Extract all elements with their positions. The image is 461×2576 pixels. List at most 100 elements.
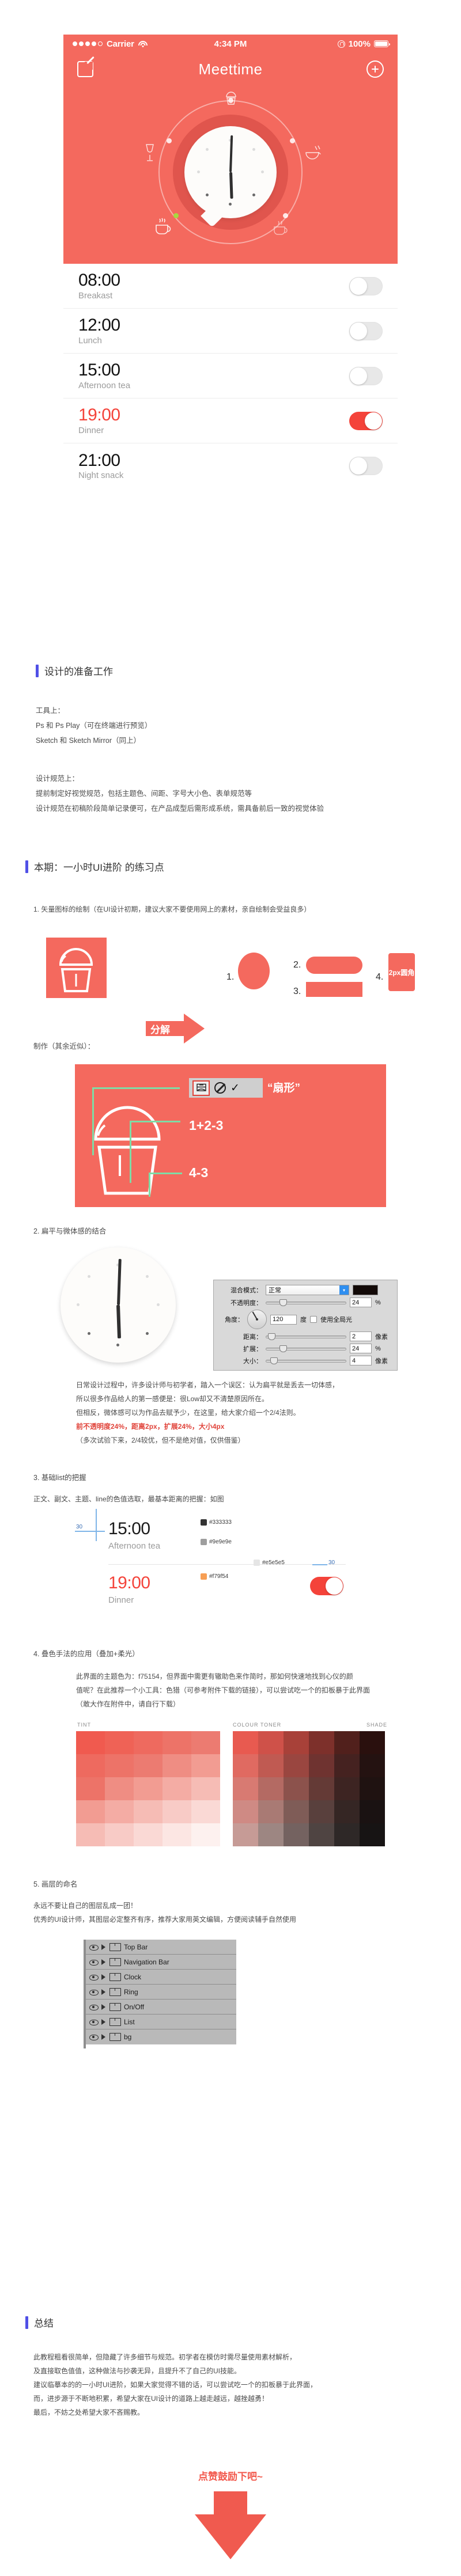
- distance-slider[interactable]: [266, 1333, 346, 1341]
- chevron-right-icon[interactable]: [101, 1974, 105, 1980]
- eye-icon[interactable]: [89, 2003, 99, 2011]
- chevron-right-icon[interactable]: [101, 1989, 105, 1995]
- plus-icon[interactable]: [366, 60, 384, 78]
- layer-row-1[interactable]: Navigation Bar: [84, 1955, 236, 1970]
- layer-row-3[interactable]: Ring: [84, 1985, 236, 2000]
- sample-toggle[interactable]: [310, 1577, 343, 1595]
- summary-p3: 建议临摹本的的一小时UI进阶，如果大家觉得不错的话，可以尝试吃一个的扣板暴于此界…: [33, 2381, 318, 2389]
- layer-name: Navigation Bar: [124, 1957, 169, 1966]
- alarm-row-4[interactable]: 21:00 Night snack: [63, 443, 398, 488]
- item5-p2: 优秀的UI设计师，其图层必定整齐有序，推荐大家用英文编辑，方便阅读辅手自然使用: [33, 1915, 297, 1924]
- distance-value[interactable]: 2: [350, 1331, 372, 1341]
- chevron-right-icon[interactable]: [101, 1959, 105, 1965]
- item4-p1: 此界面的主题色为：f75154，但界面中需更有辙助色来作简时，那如何快速地找到心…: [76, 1672, 353, 1680]
- alarm-toggle-0[interactable]: [349, 276, 383, 295]
- size-unit: 像素: [375, 1357, 388, 1365]
- alarm-row-0[interactable]: 08:00 Breakast: [63, 264, 398, 309]
- shadow-color-swatch[interactable]: [353, 1285, 378, 1295]
- layer-name: Ring: [124, 1987, 138, 1996]
- layer-row-4[interactable]: On/Off: [84, 2000, 236, 2014]
- eye-icon[interactable]: [89, 1943, 99, 1951]
- alarm-time: 21:00: [78, 450, 120, 470]
- alarm-text-3: 19:00 Dinner: [78, 406, 120, 435]
- ring-knob[interactable]: [290, 138, 295, 143]
- angle-value[interactable]: 120: [270, 1314, 297, 1325]
- battery-percent-label: 100%: [348, 39, 371, 49]
- chevron-right-icon[interactable]: [101, 1944, 105, 1950]
- alarm-row-2[interactable]: 15:00 Afternoon tea: [63, 354, 398, 399]
- shape-num-4: 4.: [376, 972, 384, 982]
- confirm-check-icon[interactable]: ✓: [231, 1082, 240, 1095]
- global-light-checkbox[interactable]: [310, 1316, 317, 1323]
- navigation-bar: Meettime: [63, 53, 398, 85]
- warp-shape-icon[interactable]: [192, 1080, 210, 1096]
- prep-spec-line-2: 设计规范在初稿阶段简单记录便可，在产品成型后需形成系统，需具备前后一致的视觉体验: [36, 805, 324, 813]
- formula-2-label: 4-3: [189, 1165, 209, 1180]
- shape-rounded-bar: [306, 957, 362, 974]
- cupcake-icon: [226, 92, 236, 105]
- folder-icon: [109, 1987, 121, 1996]
- cancel-icon[interactable]: [214, 1082, 226, 1094]
- alarm-label: Afternoon tea: [78, 380, 131, 390]
- swatch-header-toner: COLOUR TONER: [233, 1722, 282, 1728]
- compose-icon[interactable]: [77, 61, 93, 77]
- blend-mode-select[interactable]: 正常 ▾: [266, 1285, 349, 1295]
- opacity-slider[interactable]: [266, 1299, 346, 1307]
- layer-row-2[interactable]: Clock: [84, 1970, 236, 1985]
- leader-line: [149, 1173, 150, 1197]
- opacity-value[interactable]: 24: [350, 1298, 372, 1307]
- dimension-left-value: 30: [76, 1524, 83, 1530]
- leader-line: [130, 1121, 180, 1122]
- eye-icon[interactable]: [89, 1988, 99, 1996]
- alarm-row-3[interactable]: 19:00 Dinner: [63, 399, 398, 443]
- clock-tick: [206, 194, 209, 196]
- alarm-toggle-3[interactable]: [349, 411, 383, 430]
- spread-row: 扩展： 24 %: [216, 1342, 395, 1355]
- spread-slider[interactable]: [266, 1345, 346, 1353]
- chevron-right-icon[interactable]: [101, 2019, 105, 2025]
- shape-rect-bar: [306, 982, 362, 997]
- warp-toolbar: ✓: [189, 1078, 263, 1098]
- dimension-line-right: [312, 1564, 327, 1565]
- angle-dial[interactable]: [247, 1310, 267, 1329]
- size-value[interactable]: 4: [350, 1356, 372, 1365]
- chevron-right-icon[interactable]: [101, 2004, 105, 2010]
- alarm-toggle-1[interactable]: [349, 321, 383, 340]
- eye-icon[interactable]: [89, 1973, 99, 1981]
- layer-row-0[interactable]: Top Bar: [84, 1940, 236, 1955]
- ring-knob[interactable]: [283, 213, 288, 218]
- size-slider[interactable]: [266, 1357, 346, 1365]
- layers-panel-rail: [84, 1940, 86, 2048]
- sample-time-1: 15:00: [108, 1519, 150, 1538]
- alarm-row-1[interactable]: 12:00 Lunch: [63, 309, 398, 354]
- hour-hand: [229, 172, 233, 199]
- shape-num-2: 2.: [293, 960, 301, 970]
- angle-label: 角度：: [225, 1317, 244, 1323]
- summary-p2: 及直接取色值值，这种做法与抄袭无异，且提升不了自己的UI技能。: [33, 2367, 241, 2375]
- heading-accent-bar: [36, 664, 39, 677]
- summary-heading-label: 总结: [34, 2318, 54, 2329]
- alarm-toggle-2[interactable]: [349, 366, 383, 385]
- ring-knob[interactable]: [167, 138, 172, 143]
- ring-knob-active[interactable]: [173, 213, 179, 218]
- distance-row: 距离： 2 像素: [216, 1330, 395, 1342]
- eye-icon[interactable]: [89, 2018, 99, 2026]
- chevron-right-icon[interactable]: [101, 2034, 105, 2040]
- layers-panel: Top Bar Navigation Bar Clock Ring On/Off: [84, 1940, 236, 2048]
- alarm-toggle-4[interactable]: [349, 457, 383, 475]
- layer-row-5[interactable]: List: [84, 2014, 236, 2029]
- summary-p4: 而，进步源于不断地积累，希望大家在UI设计的道路上越走越远，越挫越勇！: [33, 2395, 269, 2403]
- distance-unit: 像素: [375, 1333, 388, 1341]
- layer-row-6[interactable]: bg: [84, 2029, 236, 2044]
- shape-oval: [238, 953, 270, 989]
- tint-swatch-grid: [76, 1731, 220, 1846]
- item5-title: 5. 画层的命名: [33, 1880, 78, 1888]
- clock-illustration: [61, 1247, 176, 1363]
- folder-icon: [109, 2033, 121, 2041]
- eye-icon[interactable]: [89, 2033, 99, 2041]
- eye-icon[interactable]: [89, 1958, 99, 1966]
- spread-value[interactable]: 24: [350, 1344, 372, 1353]
- status-bar: Carrier 4:34 PM 100%: [63, 35, 398, 53]
- alarm-list: 08:00 Breakast 12:00 Lunch 15:00 Afterno…: [63, 264, 398, 488]
- alarm-label: Breakast: [78, 290, 113, 301]
